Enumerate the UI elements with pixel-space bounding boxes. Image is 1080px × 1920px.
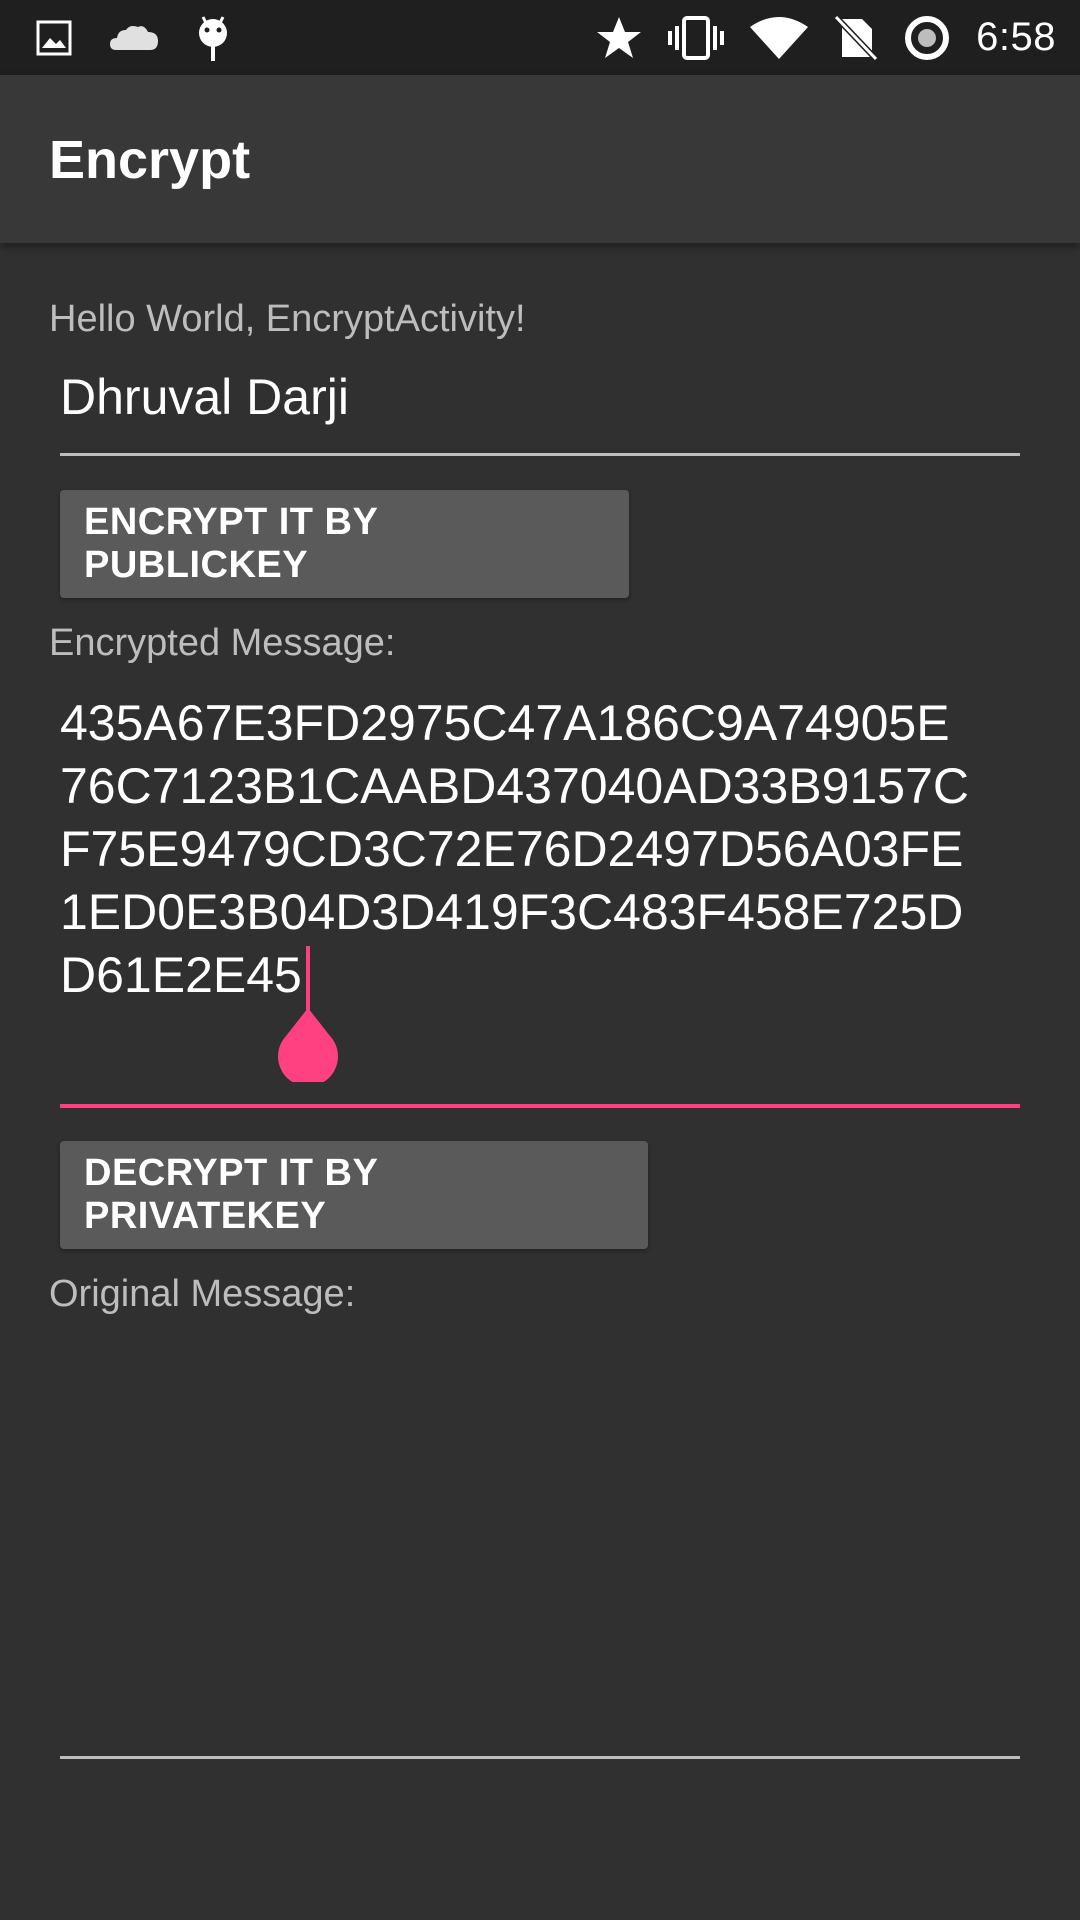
system-icons: 6:58 — [596, 0, 1056, 75]
no-sim-icon — [834, 14, 879, 61]
app-bar: Encrypt — [0, 75, 1080, 243]
encrypted-line: F75E9479CD3C72E76D2497D56A03FE — [60, 821, 964, 877]
encrypted-message-label: Encrypted Message: — [49, 622, 396, 664]
original-message-field[interactable] — [60, 1340, 1020, 1750]
original-message-underline — [60, 1756, 1020, 1759]
message-input-underline — [60, 453, 1020, 456]
sync-icon — [904, 15, 950, 61]
original-message-label: Original Message: — [49, 1273, 356, 1315]
encrypted-line: 435A67E3FD2975C47A186C9A74905E — [60, 695, 950, 751]
vibrate-icon — [668, 15, 725, 60]
clock: 6:58 — [976, 15, 1056, 59]
image-icon — [36, 20, 72, 56]
status-bar: 6:58 — [0, 0, 1080, 75]
star-icon — [596, 16, 642, 60]
decrypt-button[interactable]: DECRYPT IT BY PRIVATEKEY — [60, 1141, 648, 1249]
message-input[interactable]: Dhruval Darji — [60, 368, 1020, 426]
encrypted-message-field[interactable]: 435A67E3FD2975C47A186C9A74905E 76C7123B1… — [60, 692, 1020, 1007]
encrypted-message-underline — [60, 1104, 1020, 1108]
android-icon — [196, 15, 230, 61]
notification-icons — [36, 0, 230, 75]
encrypted-line: 1ED0E3B04D3D419F3C483F458E725D — [60, 884, 964, 940]
wifi-icon — [750, 16, 809, 59]
cloud-icon — [110, 24, 158, 52]
encrypted-line: D61E2E45 — [60, 947, 302, 1003]
encrypted-line: 76C7123B1CAABD437040AD33B9157C — [60, 758, 969, 814]
encrypt-button[interactable]: ENCRYPT IT BY PUBLICKEY — [60, 490, 629, 598]
app-title: Encrypt — [49, 130, 251, 190]
cursor-handle[interactable] — [278, 1008, 338, 1087]
text-cursor — [306, 946, 310, 1010]
greeting-text: Hello World, EncryptActivity! — [49, 298, 526, 340]
